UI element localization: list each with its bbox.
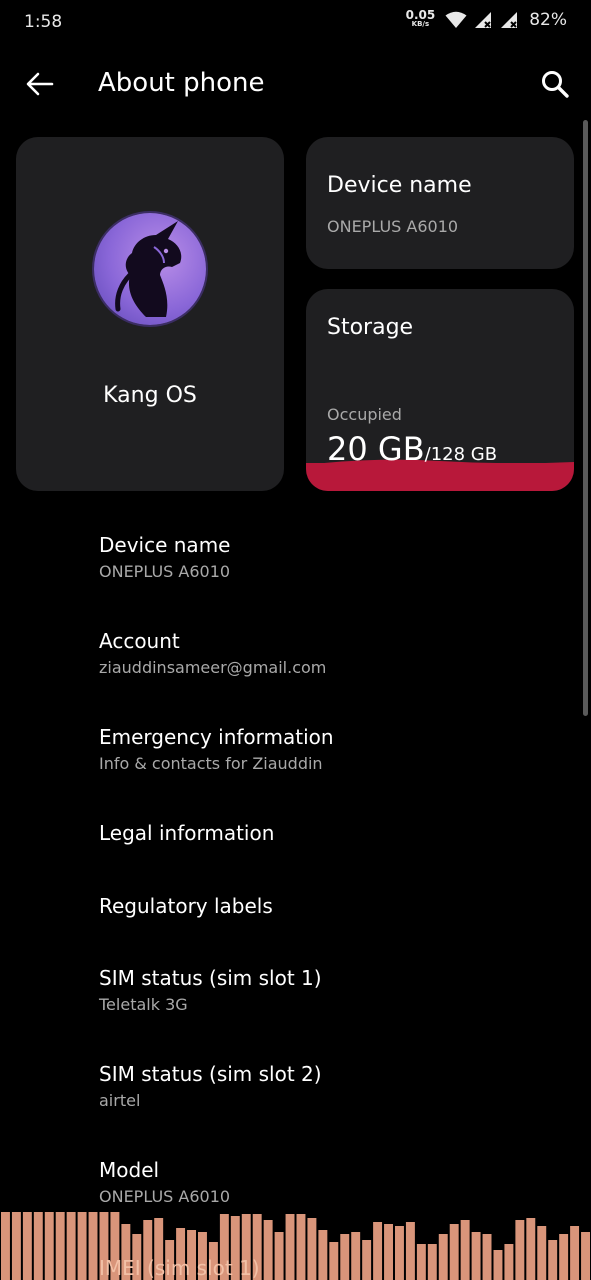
list-item-legal[interactable]: Legal information [99, 821, 569, 845]
equalizer-bar [559, 1234, 569, 1280]
equalizer-bar [285, 1214, 295, 1280]
list-item-device-name[interactable]: Device name ONEPLUS A6010 [99, 533, 569, 581]
equalizer-bar [77, 1212, 87, 1280]
equalizer-overlay [1, 1212, 590, 1280]
list-item-regulatory[interactable]: Regulatory labels [99, 894, 569, 918]
battery-percent: 82% [529, 10, 567, 30]
equalizer-bar [570, 1226, 580, 1280]
equalizer-bar [318, 1230, 328, 1280]
signal-icon [501, 12, 518, 28]
equalizer-bar [482, 1234, 492, 1280]
storage-total: /128 GB [424, 444, 498, 465]
status-time: 1:58 [24, 12, 63, 32]
equalizer-bar [307, 1218, 317, 1280]
equalizer-bar [416, 1244, 426, 1280]
signal-icon [475, 12, 492, 28]
status-bar: 1:58 0.05 KB/s 82% [0, 0, 591, 46]
status-icons: 0.05 KB/s 82% [405, 8, 567, 30]
search-icon[interactable] [539, 68, 571, 100]
equalizer-bar [340, 1234, 350, 1280]
equalizer-bar [329, 1242, 339, 1280]
device-name-card[interactable]: Device name ONEPLUS A6010 [306, 137, 574, 269]
equalizer-bar [493, 1250, 503, 1280]
item-title: SIM status (sim slot 1) [99, 966, 322, 990]
item-subtitle: airtel [99, 1091, 141, 1110]
equalizer-bar [504, 1244, 514, 1280]
scrollbar[interactable] [583, 120, 588, 716]
net-speed-unit: KB/s [411, 20, 430, 28]
item-subtitle: ONEPLUS A6010 [99, 562, 231, 581]
os-name: Kang OS [103, 383, 197, 408]
equalizer-bar [1, 1212, 10, 1280]
equalizer-bar [373, 1222, 383, 1280]
equalizer-bar [537, 1226, 547, 1280]
equalizer-bar [22, 1212, 32, 1280]
equalizer-bar [33, 1212, 43, 1280]
storage-card[interactable]: Storage Occupied 20 GB/128 GB [306, 289, 574, 491]
equalizer-bar [66, 1212, 76, 1280]
equalizer-bar [460, 1220, 470, 1280]
equalizer-bar [548, 1240, 558, 1280]
equalizer-bar [44, 1212, 54, 1280]
equalizer-bar [405, 1222, 415, 1280]
item-title: Account [99, 629, 180, 653]
equalizer-bar [471, 1232, 481, 1280]
item-title: Legal information [99, 821, 275, 845]
equalizer-bar [438, 1234, 448, 1280]
equalizer-bar [362, 1240, 372, 1280]
storage-used: 20 GB/128 GB [327, 430, 497, 468]
page-title: About phone [98, 68, 265, 98]
item-subtitle: Info & contacts for Ziauddin [99, 754, 323, 773]
list-item-emergency[interactable]: Emergency information Info & contacts fo… [99, 725, 569, 773]
equalizer-bar [449, 1224, 459, 1280]
list-item-imei[interactable]: IMEI (sim slot 1) [99, 1256, 260, 1280]
list-item-account[interactable]: Account ziauddinsameer@gmail.com [99, 629, 569, 677]
equalizer-bar [384, 1224, 393, 1280]
item-title: SIM status (sim slot 2) [99, 1062, 322, 1086]
item-subtitle: Teletalk 3G [99, 995, 188, 1014]
equalizer-bar [515, 1220, 525, 1280]
arrow-left-icon[interactable] [22, 66, 58, 102]
item-subtitle: ONEPLUS A6010 [99, 1187, 231, 1206]
item-title: Device name [99, 533, 231, 557]
storage-occupied-label: Occupied [327, 405, 402, 424]
os-card[interactable]: Kang OS [16, 137, 284, 491]
net-speed-value: 0.05 [405, 8, 436, 22]
equalizer-bar [263, 1220, 273, 1280]
app-bar: About phone [0, 52, 591, 116]
list-item-model[interactable]: Model ONEPLUS A6010 [99, 1158, 569, 1206]
device-card-heading: Device name [327, 173, 472, 198]
net-speed: 0.05 KB/s [405, 8, 436, 29]
equalizer-bar [11, 1212, 21, 1280]
device-card-value: ONEPLUS A6010 [327, 217, 459, 236]
equalizer-bar [395, 1226, 404, 1280]
equalizer-bar [88, 1212, 98, 1280]
item-subtitle: ziauddinsameer@gmail.com [99, 658, 327, 677]
equalizer-bar [296, 1214, 306, 1280]
equalizer-bar [351, 1232, 361, 1280]
unicorn-logo [94, 213, 206, 325]
storage-heading: Storage [327, 315, 414, 340]
item-title: Regulatory labels [99, 894, 273, 918]
list-item-sim-1[interactable]: SIM status (sim slot 1) Teletalk 3G [99, 966, 569, 1014]
wifi-icon [445, 11, 467, 28]
equalizer-bar [427, 1244, 437, 1280]
equalizer-bar [55, 1212, 65, 1280]
equalizer-bar [581, 1232, 590, 1280]
storage-used-value: 20 GB [327, 430, 425, 468]
item-title: Model [99, 1158, 160, 1182]
equalizer-bar [526, 1218, 536, 1280]
item-title: Emergency information [99, 725, 334, 749]
equalizer-bar [274, 1232, 284, 1280]
list-item-sim-2[interactable]: SIM status (sim slot 2) airtel [99, 1062, 569, 1110]
